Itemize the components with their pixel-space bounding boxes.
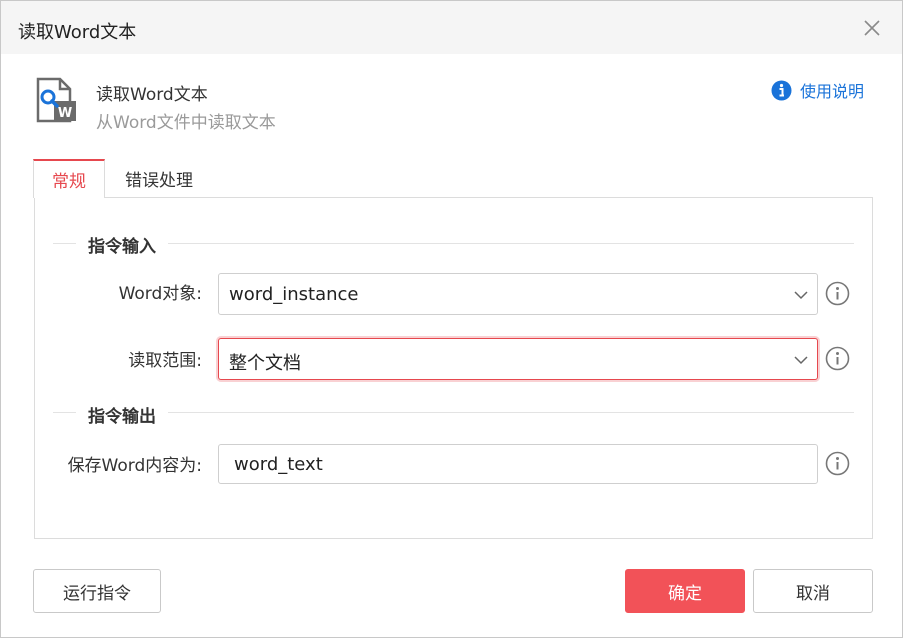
ok-label: 确定	[668, 583, 702, 604]
tab-general[interactable]: 常规	[33, 159, 105, 198]
section-title-input: 指令输入	[76, 232, 168, 257]
run-command-label: 运行指令	[63, 583, 131, 604]
chevron-down-icon	[794, 356, 808, 365]
read-range-value: 整个文档	[229, 353, 301, 374]
section-divider	[53, 412, 854, 413]
save-as-label: 保存Word内容为:	[67, 456, 202, 476]
help-link[interactable]: 使用说明	[771, 79, 864, 101]
save-as-input[interactable]	[218, 444, 818, 484]
word-object-label: Word对象:	[118, 284, 202, 304]
read-range-label: 读取范围:	[128, 351, 202, 371]
title-bar: 读取Word文本	[1, 1, 902, 54]
word-object-value: word_instance	[229, 284, 359, 305]
section-divider	[53, 243, 854, 244]
chevron-down-icon	[794, 291, 808, 300]
read-range-info-icon[interactable]	[825, 346, 850, 371]
save-as-info-icon[interactable]	[825, 451, 850, 476]
read-range-select[interactable]: 整个文档	[218, 338, 818, 380]
cancel-label: 取消	[796, 583, 830, 604]
ok-button[interactable]: 确定	[625, 569, 745, 613]
svg-text:W: W	[58, 106, 72, 121]
tab-general-label: 常规	[52, 172, 86, 192]
command-name: 读取Word文本	[96, 85, 208, 105]
run-command-button[interactable]: 运行指令	[33, 569, 161, 613]
close-icon[interactable]	[861, 17, 883, 39]
cancel-button[interactable]: 取消	[753, 569, 873, 613]
tab-error-handling[interactable]: 错误处理	[107, 159, 211, 198]
section-title-output: 指令输出	[76, 402, 168, 427]
word-document-search-icon: W	[36, 77, 76, 123]
help-link-label: 使用说明	[800, 82, 865, 101]
word-object-info-icon[interactable]	[825, 281, 850, 306]
dialog-window: 读取Word文本 W 读取Word文本 从Word文件中读取文本 使用说明 常规…	[0, 0, 903, 638]
info-icon	[771, 80, 792, 100]
command-description: 从Word文件中读取文本	[96, 113, 276, 133]
window-title: 读取Word文本	[18, 22, 137, 43]
tab-error-handling-label: 错误处理	[125, 171, 193, 191]
word-object-select[interactable]: word_instance	[218, 273, 818, 315]
